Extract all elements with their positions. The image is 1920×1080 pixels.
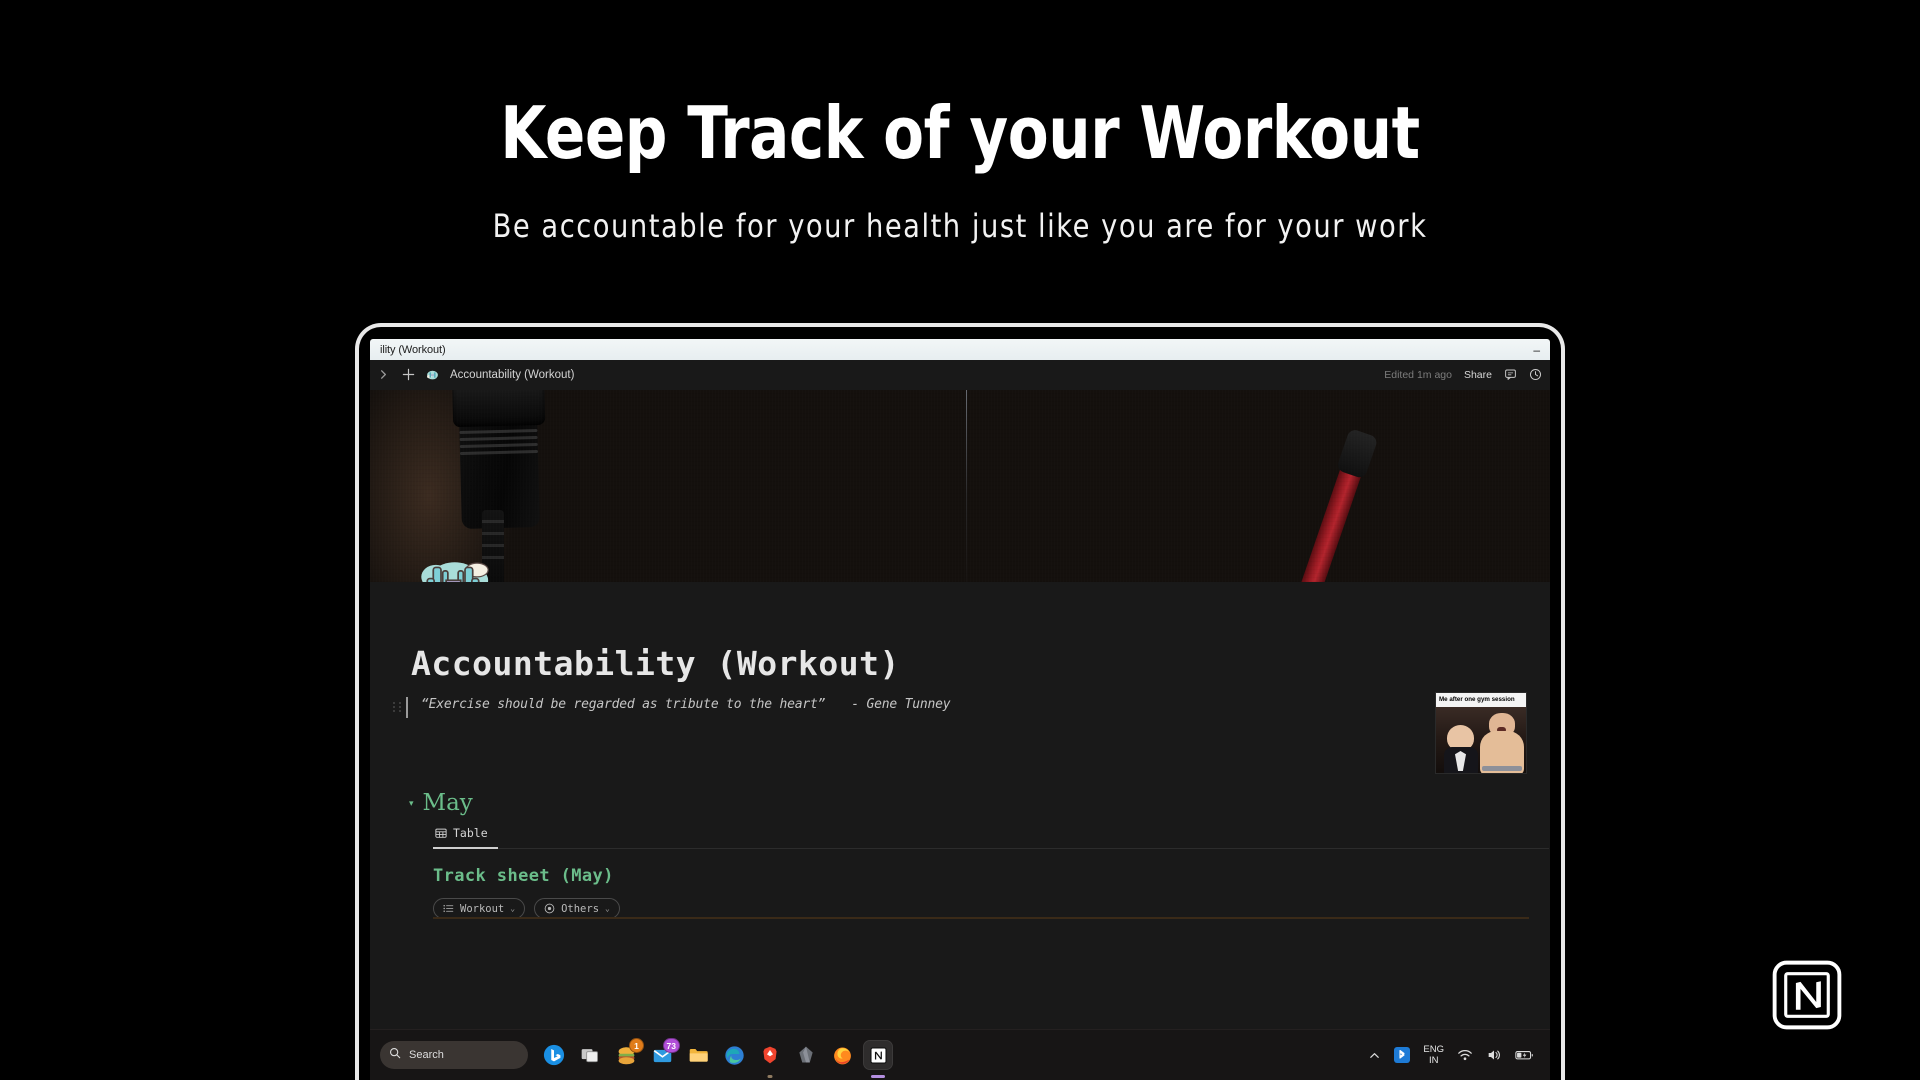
quote-author: - Gene Tunney <box>851 697 951 712</box>
chevron-right-icon[interactable] <box>376 368 390 382</box>
comment-icon[interactable] <box>1504 368 1517 381</box>
plus-icon[interactable] <box>401 368 415 382</box>
search-input[interactable]: Search <box>380 1041 528 1069</box>
notion-topbar: Accountability (Workout) Edited 1m ago S… <box>370 360 1550 390</box>
chevron-up-icon[interactable] <box>1368 1049 1381 1062</box>
target-icon <box>544 903 555 914</box>
badge-count: 1 <box>629 1038 644 1053</box>
property-pill-workout[interactable]: Workout ⌄ <box>433 898 526 919</box>
window-titlebar: ility (Workout) – <box>370 339 1550 360</box>
page-content: Accountability (Workout) “Exercise shoul… <box>371 582 1549 919</box>
notion-logo <box>1770 958 1844 1032</box>
page-cover-image[interactable] <box>370 390 1550 582</box>
speaker-icon[interactable] <box>1486 1047 1502 1063</box>
topbar-left-group: Accountability (Workout) <box>376 368 574 382</box>
chevron-down-icon[interactable]: ⌄ <box>605 904 610 913</box>
property-pill-others-label: Others <box>561 902 600 915</box>
database-title[interactable]: Track sheet (May) <box>433 866 1549 886</box>
dumbbell-cloud-icon[interactable] <box>410 546 496 582</box>
page-title: Keep Track of your Workout <box>500 91 1420 175</box>
quote-bar <box>406 697 408 718</box>
chevron-down-icon[interactable]: ⌄ <box>510 904 515 913</box>
language-line2: IN <box>1428 1055 1439 1066</box>
firefox-icon[interactable] <box>828 1041 856 1069</box>
weight-lifting-emoji <box>426 368 439 381</box>
wifi-icon[interactable] <box>1457 1047 1473 1063</box>
boss-baby-figure <box>1444 725 1478 773</box>
language-line1: ENG <box>1423 1044 1444 1055</box>
bing-copilot-icon[interactable] <box>540 1041 568 1069</box>
obsidian-icon[interactable] <box>792 1041 820 1069</box>
badge-count: 73 <box>662 1038 680 1053</box>
tab-table-label: Table <box>453 826 488 840</box>
laptop-screen: ility (Workout) – Accountability (Workou… <box>370 339 1550 1080</box>
laptop-frame: ility (Workout) – Accountability (Workou… <box>355 323 1565 1080</box>
microsoft-edge-icon[interactable] <box>720 1041 748 1069</box>
brave-browser-icon[interactable] <box>756 1041 784 1078</box>
meme-artwork <box>1436 707 1526 773</box>
battery-charging-icon[interactable] <box>1515 1047 1534 1063</box>
taskbar-app-icons: 1 73 <box>540 1038 893 1078</box>
database-view-tabs: Table <box>433 826 1549 849</box>
table-icon <box>435 827 447 839</box>
property-pill-others[interactable]: Others ⌄ <box>534 898 620 919</box>
minimize-button[interactable]: – <box>1533 344 1540 356</box>
system-tray: ENG IN <box>1368 1044 1540 1066</box>
file-explorer-icon[interactable] <box>684 1041 712 1069</box>
meme-caption: Me after one gym session <box>1436 693 1526 707</box>
breadcrumb[interactable]: Accountability (Workout) <box>450 369 574 381</box>
cover-grain-overlay <box>370 390 1550 582</box>
tab-table[interactable]: Table <box>433 826 498 849</box>
month-label: May <box>422 790 473 816</box>
drag-handle-icon[interactable] <box>393 702 402 712</box>
chevron-down-icon[interactable]: ▾ <box>409 798 414 809</box>
bluetooth-icon[interactable] <box>1394 1047 1411 1063</box>
quote-block[interactable]: “Exercise should be regarded as tribute … <box>393 697 1549 718</box>
meme-image[interactable]: Me after one gym session <box>1435 692 1527 774</box>
page-subtitle: Be accountable for your health just like… <box>492 207 1428 245</box>
burger-app-icon[interactable]: 1 <box>612 1038 644 1069</box>
quote-text: “Exercise should be regarded as tribute … <box>421 697 826 712</box>
language-indicator[interactable]: ENG IN <box>1423 1044 1444 1066</box>
list-icon <box>443 903 454 914</box>
search-placeholder: Search <box>409 1049 444 1061</box>
notion-page-title[interactable]: Accountability (Workout) <box>411 644 1549 683</box>
notion-app-icon[interactable] <box>863 1040 893 1078</box>
task-view-icon[interactable] <box>576 1041 604 1069</box>
clock-icon[interactable] <box>1529 368 1542 381</box>
topbar-right-group: Edited 1m ago Share <box>1384 368 1542 381</box>
database-property-pills: Workout ⌄ Others ⌄ <box>433 898 1549 919</box>
edited-status: Edited 1m ago <box>1384 368 1452 381</box>
table-top-edge <box>433 917 1529 919</box>
search-icon <box>389 1046 401 1064</box>
window-controls: – <box>1533 344 1544 356</box>
notion-page-body: Accountability (Workout) “Exercise shoul… <box>370 582 1550 1080</box>
mail-icon[interactable]: 73 <box>648 1038 680 1069</box>
share-button[interactable]: Share <box>1464 369 1492 381</box>
property-pill-workout-label: Workout <box>460 902 505 915</box>
window-title-text: ility (Workout) <box>380 343 446 356</box>
muscular-baby-figure <box>1480 713 1524 773</box>
view-tabs-divider <box>497 848 1549 849</box>
promo-canvas: Keep Track of your Workout Be accountabl… <box>0 0 1920 1080</box>
windows-taskbar: Search 1 73 ENG IN <box>370 1029 1550 1080</box>
toggle-heading-may[interactable]: ▾ May <box>409 790 1549 816</box>
